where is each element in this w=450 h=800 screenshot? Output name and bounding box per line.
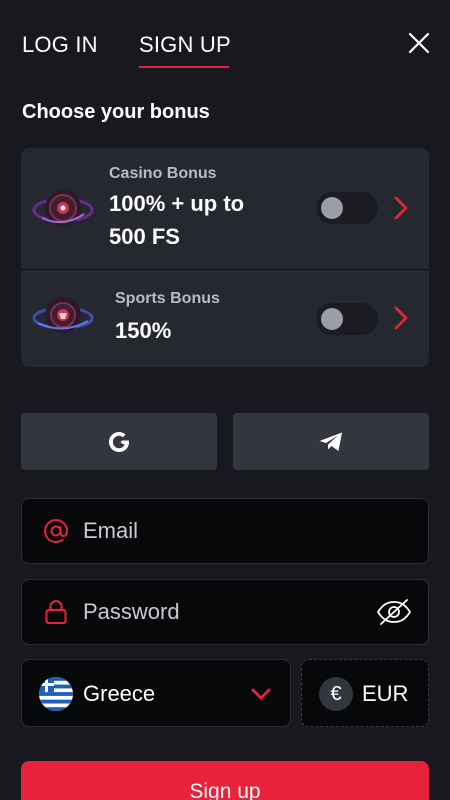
- auth-tabs: LOG IN SIGN UP: [22, 28, 430, 72]
- chevron-right-icon[interactable]: [392, 195, 410, 221]
- currency-code: EUR: [362, 681, 409, 706]
- bonus-item-casino[interactable]: Casino Bonus 100% + up to 500 FS: [21, 148, 429, 269]
- lock-icon: [45, 599, 67, 624]
- chevron-right-icon[interactable]: [392, 305, 410, 331]
- bonus-section-title: Choose your bonus: [22, 101, 210, 123]
- tab-signup[interactable]: SIGN UP: [139, 32, 231, 58]
- active-tab-indicator: [139, 66, 229, 68]
- sports-bonus-toggle[interactable]: [316, 303, 378, 335]
- sports-bonus-image: [32, 297, 94, 333]
- country-name: Greece: [83, 681, 156, 706]
- bonus-card: Casino Bonus 100% + up to 500 FS Sports …: [21, 148, 429, 367]
- casino-bonus-image: [32, 190, 94, 226]
- currency-select[interactable]: € EUR: [301, 659, 429, 727]
- password-field-container: [21, 579, 429, 645]
- bonus-value: 100% + up to 500 FS: [109, 191, 245, 249]
- eye-off-icon[interactable]: [376, 598, 412, 626]
- telegram-signup-button[interactable]: [233, 413, 429, 470]
- email-field-container: [21, 498, 429, 564]
- at-sign-icon: [43, 518, 69, 544]
- toggle-knob: [321, 308, 343, 330]
- password-input[interactable]: [83, 580, 363, 644]
- bonus-label: Sports Bonus: [115, 290, 220, 307]
- casino-bonus-toggle[interactable]: [316, 192, 378, 224]
- google-signup-button[interactable]: [21, 413, 217, 470]
- bonus-label: Casino Bonus: [109, 165, 217, 182]
- country-select[interactable]: Greece: [21, 659, 291, 727]
- chevron-down-icon: [251, 688, 271, 700]
- email-input[interactable]: [83, 499, 363, 563]
- bonus-item-sports[interactable]: Sports Bonus 150%: [21, 270, 429, 367]
- tab-login[interactable]: LOG IN: [22, 32, 98, 58]
- close-icon[interactable]: [408, 32, 430, 54]
- google-icon: [109, 431, 129, 452]
- euro-icon: €: [319, 677, 353, 711]
- toggle-knob: [321, 197, 343, 219]
- bonus-value: 150%: [115, 318, 172, 343]
- telegram-icon: [319, 432, 342, 451]
- greece-flag-icon: [39, 677, 73, 711]
- sign-up-button[interactable]: Sign up: [21, 761, 429, 800]
